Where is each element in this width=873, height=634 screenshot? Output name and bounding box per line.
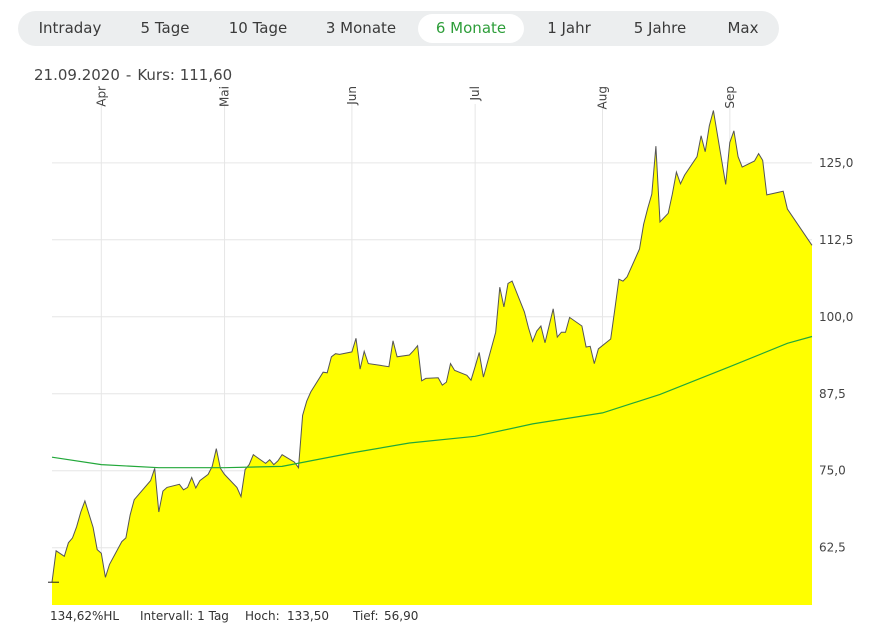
- x-tick-label: Sep: [723, 86, 737, 109]
- y-tick-label: 125,0: [819, 156, 853, 170]
- y-tick-label: 75,0: [819, 464, 846, 478]
- footer-hl: 134,62%HL: [50, 609, 120, 623]
- x-tick-label: Mai: [218, 86, 232, 107]
- x-tick-label: Jun: [345, 86, 359, 106]
- price-area: [52, 110, 812, 605]
- footer-low-label: Tief:: [353, 609, 379, 623]
- x-tick-label: Aug: [595, 86, 609, 109]
- y-axis-labels: 62,5 75,0 87,5 100,0 112,5 125,0: [819, 156, 853, 555]
- y-tick-label: 87,5: [819, 387, 846, 401]
- x-tick-label: Apr: [94, 86, 108, 107]
- footer-high-value: 133,50: [287, 609, 329, 623]
- y-tick-label: 62,5: [819, 541, 846, 555]
- x-tick-label: Jul: [468, 86, 482, 101]
- x-axis-labels: Apr Mai Jun Jul Aug Sep: [94, 86, 737, 109]
- footer-low-value: 56,90: [384, 609, 419, 623]
- price-chart: 62,5 75,0 87,5 100,0 112,5 125,0 Apr Mai Jun Jul…: [48, 86, 853, 605]
- y-tick-label: 112,5: [819, 233, 853, 247]
- footer-interval: Intervall: 1 Tag: [140, 609, 229, 623]
- footer-high-label: Hoch:: [245, 609, 280, 623]
- y-tick-label: 100,0: [819, 310, 853, 324]
